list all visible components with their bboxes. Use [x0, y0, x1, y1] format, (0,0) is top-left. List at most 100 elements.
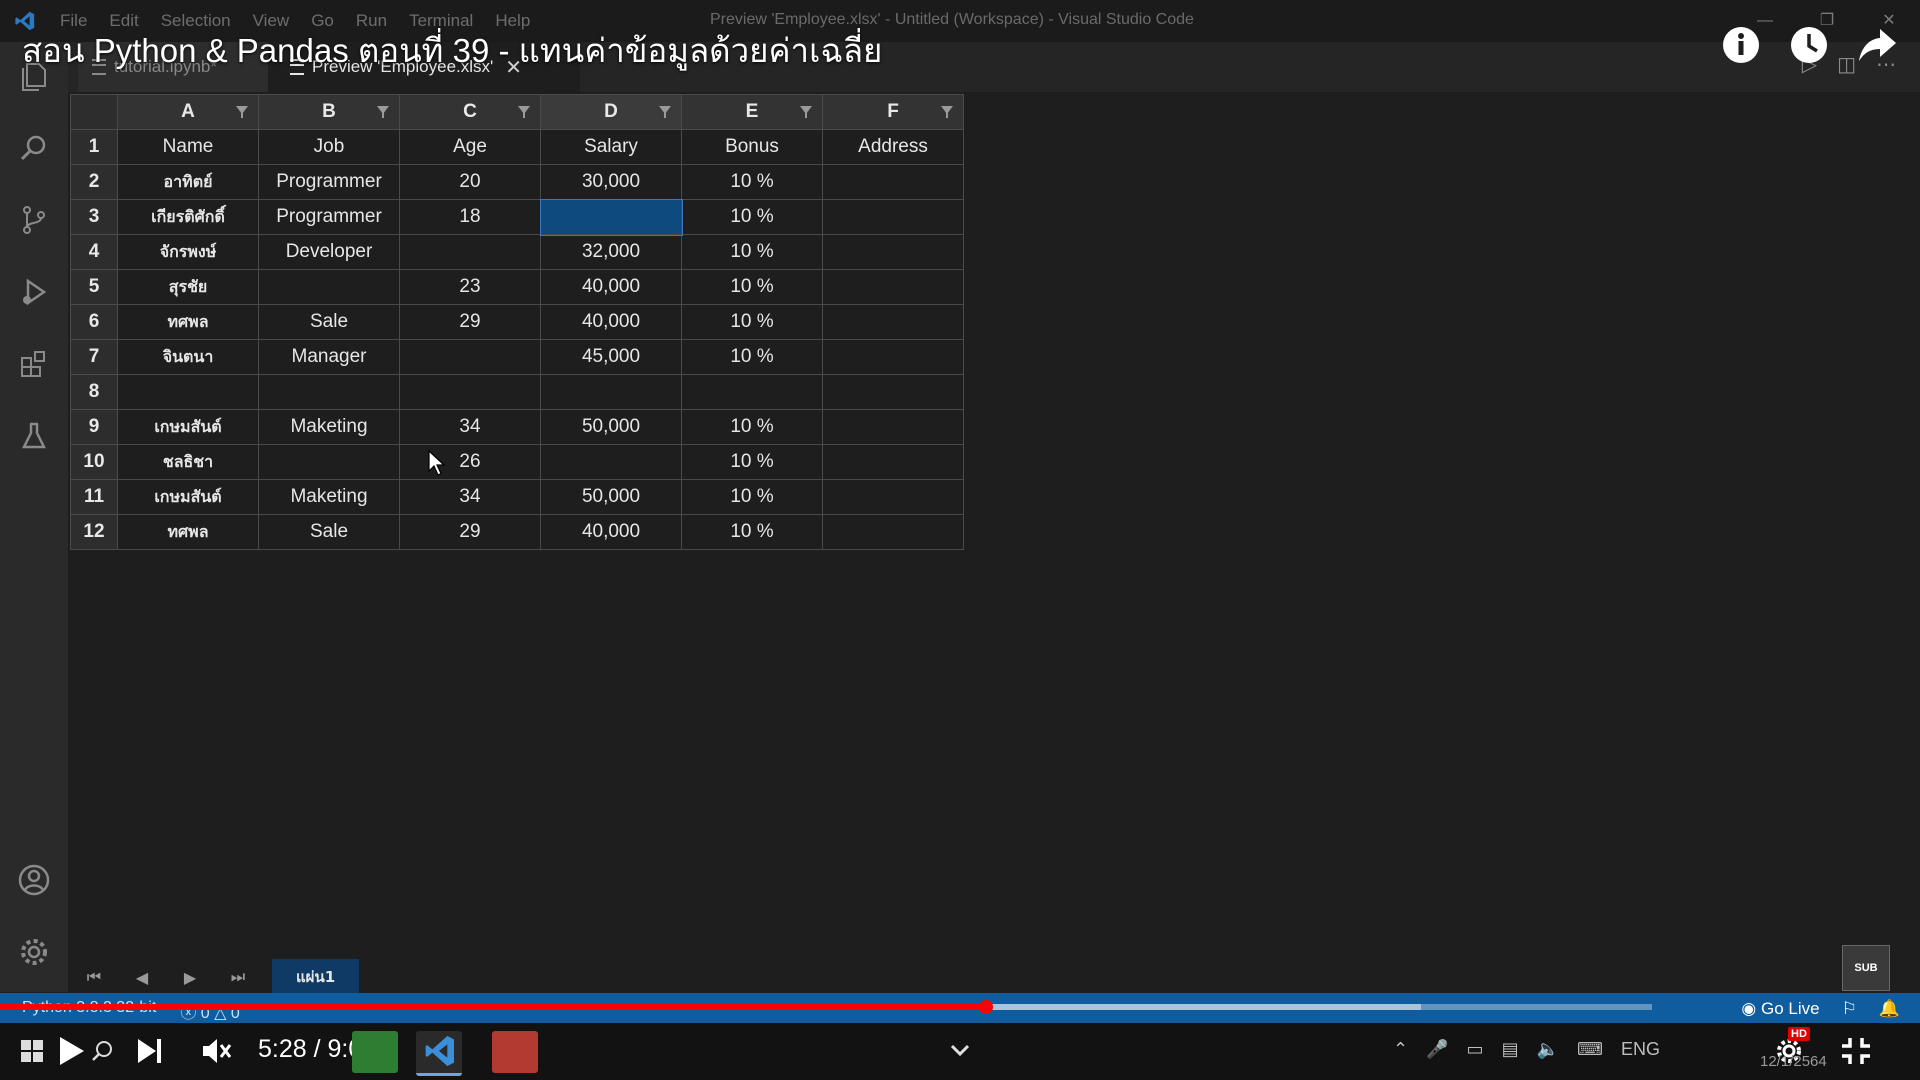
filter-icon[interactable] [659, 106, 671, 118]
video-progress-bar[interactable] [0, 1000, 1652, 1014]
cell-b12[interactable]: Sale [258, 514, 400, 550]
cell-e3[interactable]: 10 % [681, 199, 823, 235]
select-all-corner[interactable] [70, 94, 118, 130]
video-title[interactable]: สอน Python & Pandas ตอนที่ 39 - แทนค่าข้… [22, 24, 882, 77]
cell-d5[interactable]: 40,000 [540, 269, 682, 305]
cell-d11[interactable]: 50,000 [540, 479, 682, 515]
cell-b10[interactable] [258, 444, 400, 480]
search-taskbar-icon[interactable] [92, 1033, 114, 1069]
cell-c6[interactable]: 29 [399, 304, 541, 340]
info-icon[interactable] [1720, 24, 1762, 66]
cell-b6[interactable]: Sale [258, 304, 400, 340]
cell-d10[interactable] [540, 444, 682, 480]
cell-e8[interactable] [681, 374, 823, 410]
first-sheet-icon[interactable]: ⏮ [70, 962, 118, 994]
cell-e9[interactable]: 10 % [681, 409, 823, 445]
column-header-f[interactable]: F [822, 94, 964, 130]
muted-speaker-icon[interactable] [200, 1033, 232, 1069]
cell-a7[interactable]: จินตนา [117, 339, 259, 375]
cell-a1[interactable]: Name [117, 129, 259, 165]
cell-c3[interactable]: 18 [399, 199, 541, 235]
cell-e5[interactable]: 10 % [681, 269, 823, 305]
cell-b1[interactable]: Job [258, 129, 400, 165]
cell-b5[interactable] [258, 269, 400, 305]
column-header-e[interactable]: E [681, 94, 823, 130]
testing-flask-icon[interactable] [14, 416, 54, 456]
cell-c10[interactable]: 26 [399, 444, 541, 480]
cell-d6[interactable]: 40,000 [540, 304, 682, 340]
cell-e2[interactable]: 10 % [681, 164, 823, 200]
tray-chevron-up-icon[interactable]: ⌃ [1393, 1039, 1408, 1060]
cell-c5[interactable]: 23 [399, 269, 541, 305]
cell-a6[interactable]: ทศพล [117, 304, 259, 340]
next-video-icon[interactable] [136, 1033, 164, 1069]
cell-c8[interactable] [399, 374, 541, 410]
last-sheet-icon[interactable]: ⏭ [214, 962, 262, 994]
cell-c1[interactable]: Age [399, 129, 541, 165]
cell-c9[interactable]: 34 [399, 409, 541, 445]
run-debug-icon[interactable] [14, 272, 54, 312]
cell-f3[interactable] [822, 199, 964, 235]
cell-f9[interactable] [822, 409, 964, 445]
filter-icon[interactable] [377, 106, 389, 118]
network-icon[interactable]: ▤ [1502, 1039, 1519, 1060]
settings-gear-icon[interactable] [14, 932, 54, 972]
cell-e12[interactable]: 10 % [681, 514, 823, 550]
cell-f12[interactable] [822, 514, 964, 550]
cell-b3[interactable]: Programmer [258, 199, 400, 235]
sheet-tab[interactable]: แผ่น1 [272, 959, 360, 997]
cell-f1[interactable]: Address [822, 129, 964, 165]
cell-b4[interactable]: Developer [258, 234, 400, 270]
column-header-a[interactable]: A [117, 94, 259, 130]
cell-e10[interactable]: 10 % [681, 444, 823, 480]
cell-c11[interactable]: 34 [399, 479, 541, 515]
cell-e6[interactable]: 10 % [681, 304, 823, 340]
cell-e11[interactable]: 10 % [681, 479, 823, 515]
column-header-c[interactable]: C [399, 94, 541, 130]
cell-c4[interactable] [399, 234, 541, 270]
row-header[interactable]: 5 [70, 269, 118, 305]
cell-a3[interactable]: เกียรติศักดิ์ [117, 199, 259, 235]
subscribe-badge[interactable]: SUB [1842, 945, 1890, 991]
taskbar-app-green[interactable] [352, 1031, 398, 1073]
cell-a4[interactable]: จักรพงษ์ [117, 234, 259, 270]
filter-icon[interactable] [518, 106, 530, 118]
row-header[interactable]: 1 [70, 129, 118, 165]
prev-sheet-icon[interactable]: ◀ [118, 962, 166, 994]
cell-d8[interactable] [540, 374, 682, 410]
row-header[interactable]: 9 [70, 409, 118, 445]
cell-f11[interactable] [822, 479, 964, 515]
search-icon[interactable] [14, 128, 54, 168]
cell-a11[interactable]: เกษมสันต์ [117, 479, 259, 515]
cell-d7[interactable]: 45,000 [540, 339, 682, 375]
filter-icon[interactable] [236, 106, 248, 118]
row-header[interactable]: 8 [70, 374, 118, 410]
taskbar-app-camtasia[interactable] [492, 1031, 538, 1073]
chevron-down-icon[interactable] [950, 1033, 970, 1069]
row-header[interactable]: 3 [70, 199, 118, 235]
row-header[interactable]: 2 [70, 164, 118, 200]
cell-b11[interactable]: Maketing [258, 479, 400, 515]
input-language[interactable]: ENG [1621, 1039, 1660, 1060]
filter-icon[interactable] [800, 106, 812, 118]
source-control-icon[interactable] [14, 200, 54, 240]
column-header-b[interactable]: B [258, 94, 400, 130]
row-header[interactable]: 4 [70, 234, 118, 270]
cell-d4[interactable]: 32,000 [540, 234, 682, 270]
windows-start-icon[interactable] [20, 1033, 44, 1069]
taskbar-app-vscode[interactable] [416, 1031, 462, 1076]
cell-f4[interactable] [822, 234, 964, 270]
column-header-d[interactable]: D [540, 94, 682, 130]
microphone-icon[interactable]: 🎤 [1426, 1039, 1448, 1060]
share-arrow-icon[interactable] [1856, 24, 1898, 66]
cell-d1[interactable]: Salary [540, 129, 682, 165]
cell-e7[interactable]: 10 % [681, 339, 823, 375]
go-live-button[interactable]: ◉ Go Live [1741, 999, 1819, 1019]
keyboard-icon[interactable]: ⌨ [1577, 1039, 1603, 1060]
cell-a9[interactable]: เกษมสันต์ [117, 409, 259, 445]
volume-icon[interactable]: 🔈 [1537, 1039, 1559, 1060]
cell-e1[interactable]: Bonus [681, 129, 823, 165]
next-sheet-icon[interactable]: ▶ [166, 962, 214, 994]
cell-a2[interactable]: อาทิตย์ [117, 164, 259, 200]
exit-fullscreen-icon[interactable] [1840, 1033, 1872, 1069]
